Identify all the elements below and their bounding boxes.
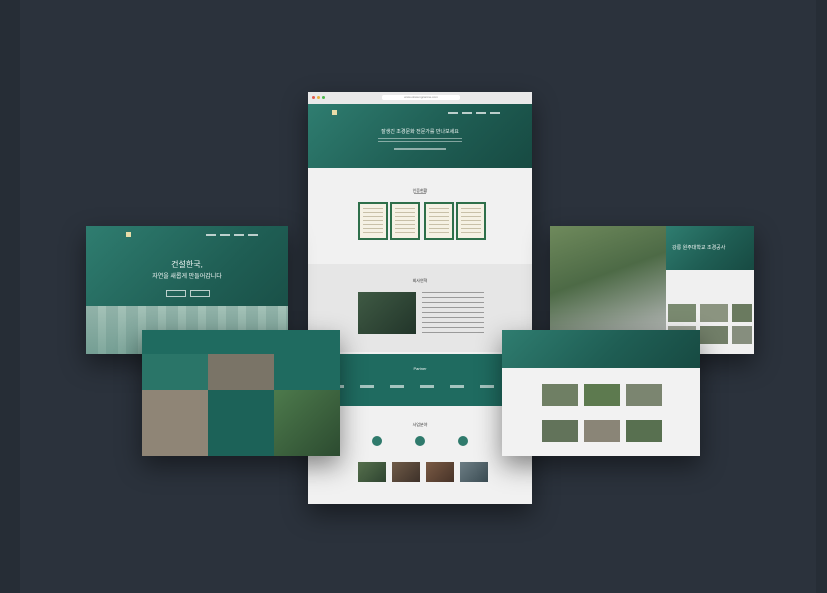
hero-headline-2: 자연을 새롭게 만들어갑니다 <box>152 274 222 280</box>
gallery-item-3[interactable] <box>626 384 662 406</box>
gallery-item-4[interactable] <box>542 420 578 442</box>
thumb-5[interactable] <box>700 326 728 344</box>
business-icon-1[interactable] <box>372 436 382 446</box>
showcase-stage: www.okssungcanine.com 잘생긴 조경문화 전문가를 만나보세… <box>20 0 816 593</box>
history-title: 회사연혁 <box>412 278 428 283</box>
close-dot-icon[interactable] <box>312 96 315 99</box>
left-bottom-website-mockup <box>142 330 340 456</box>
hero-subtitle <box>378 138 462 144</box>
hero-section: 잘생긴 조경문화 전문가를 만나보세요 <box>308 104 532 168</box>
site-logo[interactable] <box>332 110 337 115</box>
tile-6-photo[interactable] <box>274 390 340 456</box>
project-photo-3[interactable] <box>426 462 454 482</box>
top-nav[interactable] <box>206 234 258 236</box>
minimize-dot-icon[interactable] <box>317 96 320 99</box>
hero-subtitle-2 <box>394 148 446 150</box>
top-nav[interactable] <box>448 112 500 114</box>
hero-button-1[interactable] <box>166 290 186 297</box>
partner-logos <box>330 385 510 388</box>
certificate-4[interactable] <box>456 202 486 240</box>
project-photo-2[interactable] <box>392 462 420 482</box>
business-icon-2[interactable] <box>415 436 425 446</box>
project-photo-1[interactable] <box>358 462 386 482</box>
partners-title: Partner <box>413 366 427 371</box>
thumb-1[interactable] <box>668 304 696 322</box>
tile-5[interactable] <box>208 390 274 456</box>
project-header: 강릉 원주대학교 조경공사 <box>666 226 754 270</box>
project-photo-4[interactable] <box>460 462 488 482</box>
title-underline <box>414 193 426 194</box>
tile-2[interactable] <box>208 354 274 390</box>
center-website-mockup: www.okssungcanine.com 잘생긴 조경문화 전문가를 만나보세… <box>308 92 532 504</box>
thumb-2[interactable] <box>700 304 728 322</box>
history-timeline <box>422 292 484 336</box>
hero-title: 잘생긴 조경문화 전문가를 만나보세요 <box>381 129 459 135</box>
thumb-6[interactable] <box>732 326 752 344</box>
tile-3[interactable] <box>274 354 340 390</box>
gallery-item-5[interactable] <box>584 420 620 442</box>
address-bar[interactable]: www.okssungcanine.com <box>382 95 460 100</box>
certificate-3[interactable] <box>424 202 454 240</box>
site-logo[interactable] <box>126 232 131 237</box>
certificate-1[interactable] <box>358 202 388 240</box>
partners-band: Partner <box>308 354 532 406</box>
hero-headline-1: 건설한국, <box>171 260 203 269</box>
business-title: 사업분야 <box>412 422 428 427</box>
project-title: 강릉 원주대학교 조경공사 <box>672 245 726 251</box>
hero-button-2[interactable] <box>190 290 210 297</box>
gallery-header <box>502 330 700 368</box>
gallery-item-1[interactable] <box>542 384 578 406</box>
tile-4[interactable] <box>142 390 208 456</box>
tile-1[interactable] <box>142 354 208 390</box>
business-icon-3[interactable] <box>458 436 468 446</box>
gallery-item-6[interactable] <box>626 420 662 442</box>
certificate-2[interactable] <box>390 202 420 240</box>
thumb-3[interactable] <box>732 304 752 322</box>
maximize-dot-icon[interactable] <box>322 96 325 99</box>
gallery-item-2[interactable] <box>584 384 620 406</box>
history-photo <box>358 292 416 334</box>
right-bottom-website-mockup <box>502 330 700 456</box>
